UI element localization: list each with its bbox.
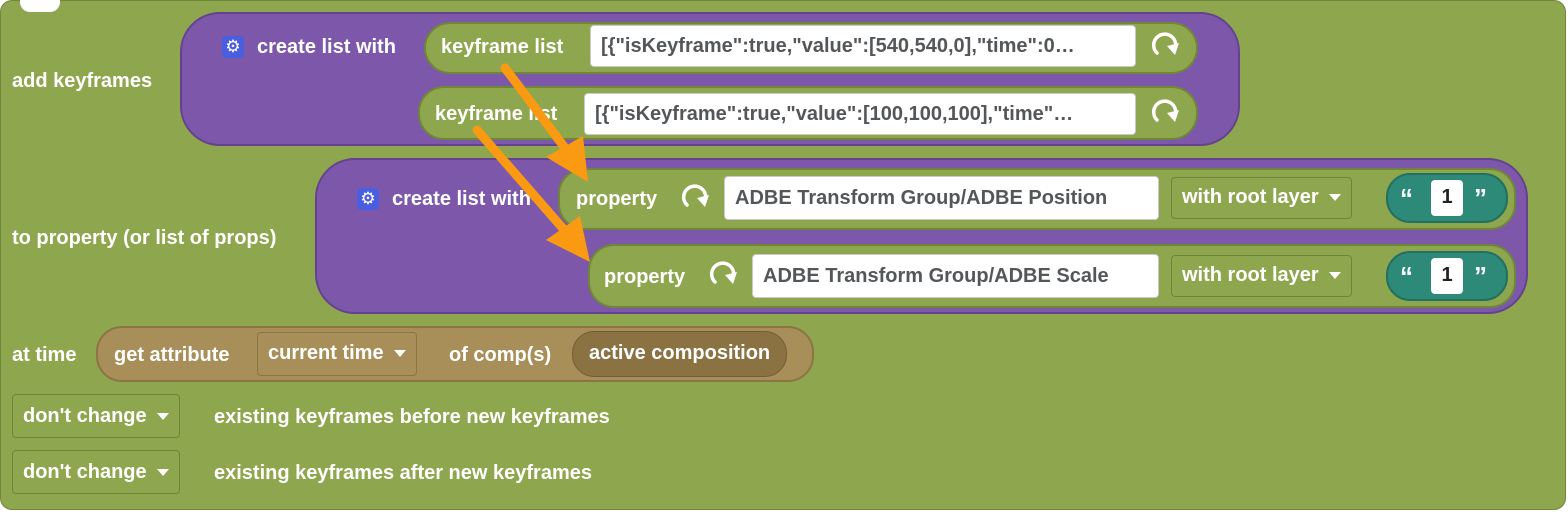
refresh-icon[interactable] xyxy=(706,258,740,292)
block-notch xyxy=(20,0,60,12)
attribute-dropdown[interactable]: current time xyxy=(257,332,417,376)
quote-open-icon: “ xyxy=(1400,261,1413,291)
caret-down-icon xyxy=(1328,194,1341,202)
keyframe-list-value-field[interactable]: [{"isKeyframe":true,"value":[540,540,0],… xyxy=(590,25,1136,67)
caret-down-icon xyxy=(156,469,169,477)
refresh-icon[interactable] xyxy=(678,181,712,215)
caret-down-icon xyxy=(1328,272,1341,280)
get-attribute-label: get attribute xyxy=(114,344,230,366)
property-path-field[interactable]: ADBE Transform Group/ADBE Position xyxy=(724,176,1159,220)
create-list-label: create list with xyxy=(392,188,531,210)
property-label: property xyxy=(576,188,658,210)
refresh-icon[interactable] xyxy=(1148,96,1182,130)
of-comp-label: of comp(s) xyxy=(449,344,552,366)
before-keyframes-dropdown[interactable]: don't change xyxy=(12,394,180,438)
root-layer-dropdown[interactable]: with root layer xyxy=(1171,177,1352,219)
quote-close-icon: ” xyxy=(1474,261,1487,291)
caret-down-icon xyxy=(393,350,406,358)
gear-icon[interactable]: ⚙ xyxy=(222,36,244,58)
add-keyframes-label: add keyframes xyxy=(12,70,153,92)
keyframe-list-label: keyframe list xyxy=(441,36,564,58)
layer-number-field[interactable]: 1 xyxy=(1431,258,1463,294)
create-list-label: create list with xyxy=(257,36,396,58)
quote-close-icon: ” xyxy=(1474,183,1487,213)
after-keyframes-suffix: existing keyframes after new keyframes xyxy=(214,462,592,484)
root-layer-dropdown[interactable]: with root layer xyxy=(1171,255,1352,297)
active-composition-block[interactable]: active composition xyxy=(572,331,788,377)
caret-down-icon xyxy=(156,413,169,421)
keyframe-list-value-field[interactable]: [{"isKeyframe":true,"value":[100,100,100… xyxy=(584,93,1136,135)
after-keyframes-dropdown[interactable]: don't change xyxy=(12,450,180,494)
layer-number-field[interactable]: 1 xyxy=(1431,180,1463,216)
refresh-icon[interactable] xyxy=(1148,29,1182,63)
property-label: property xyxy=(604,266,686,288)
after-keyframes-label: don't change xyxy=(23,461,147,483)
root-layer-label: with root layer xyxy=(1182,264,1319,286)
before-keyframes-suffix: existing keyframes before new keyframes xyxy=(214,406,610,428)
at-time-label: at time xyxy=(12,344,77,366)
root-layer-label: with root layer xyxy=(1182,186,1319,208)
property-path-field[interactable]: ADBE Transform Group/ADBE Scale xyxy=(752,254,1159,298)
before-keyframes-label: don't change xyxy=(23,405,147,427)
keyframe-list-label: keyframe list xyxy=(435,103,558,125)
gear-icon[interactable]: ⚙ xyxy=(357,188,379,210)
to-property-label: to property (or list of props) xyxy=(12,227,277,249)
attribute-label: current time xyxy=(268,342,384,364)
quote-open-icon: “ xyxy=(1400,183,1413,213)
